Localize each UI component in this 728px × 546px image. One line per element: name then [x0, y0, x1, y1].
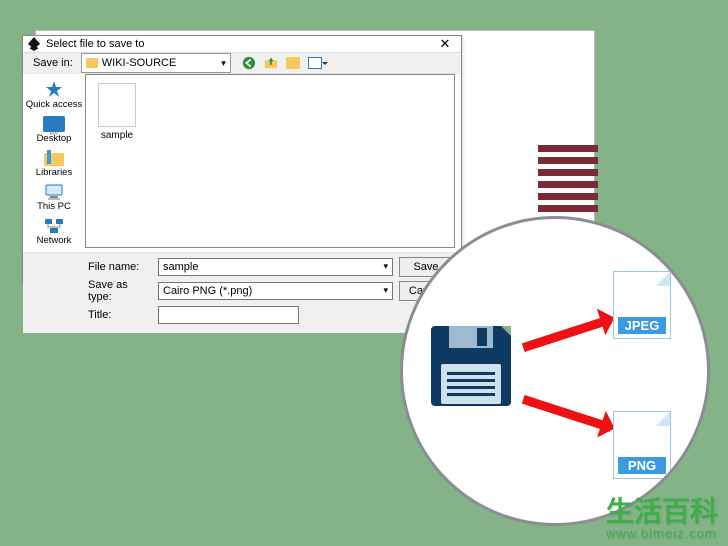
- background-stripes: [538, 145, 598, 217]
- dialog-footer: File name: sample ▾ Save Save as type: C…: [23, 252, 461, 333]
- views-icon: [308, 57, 322, 69]
- close-button[interactable]: ✕: [433, 36, 457, 52]
- chevron-down-icon: ▾: [383, 261, 388, 272]
- this-pc-icon: [44, 184, 64, 200]
- desktop-icon: [43, 116, 65, 132]
- save-in-value: WIKI-SOURCE: [102, 57, 177, 69]
- save-in-label: Save in:: [33, 57, 75, 69]
- place-network[interactable]: Network: [37, 218, 72, 246]
- title-input[interactable]: [158, 306, 299, 324]
- illustration-lens: JPEG PNG: [400, 216, 710, 526]
- new-folder-icon: [286, 57, 300, 69]
- up-one-level-button[interactable]: [263, 55, 279, 71]
- save-as-type-dropdown[interactable]: Cairo PNG (*.png) ▾: [158, 282, 393, 300]
- file-list[interactable]: sample: [85, 74, 455, 248]
- place-desktop[interactable]: Desktop: [37, 116, 72, 144]
- chevron-down-icon: ▾: [383, 285, 388, 296]
- arrow-to-jpeg: [522, 315, 612, 352]
- watermark-url: www.bimeiz.com: [606, 527, 718, 540]
- png-label: PNG: [618, 457, 666, 474]
- dialog-titlebar: Select file to save to ✕: [23, 36, 461, 53]
- file-item[interactable]: sample: [94, 83, 140, 141]
- chevron-down-icon: ▾: [221, 58, 226, 69]
- place-libraries[interactable]: Libraries: [36, 150, 72, 178]
- png-file-icon: PNG: [613, 411, 671, 479]
- floppy-disk-icon: [429, 324, 513, 408]
- dialog-toolbar: Save in: WIKI-SOURCE ▾: [23, 53, 461, 74]
- dialog-title: Select file to save to: [46, 38, 144, 50]
- save-as-type-label: Save as type:: [88, 279, 152, 303]
- title-field-label: Title:: [88, 309, 152, 321]
- new-folder-button[interactable]: [285, 55, 301, 71]
- view-menu-button[interactable]: [307, 55, 323, 71]
- inkscape-icon: [27, 37, 41, 51]
- jpeg-label: JPEG: [618, 317, 666, 334]
- libraries-icon: [44, 150, 64, 166]
- save-file-dialog: Select file to save to ✕ Save in: WIKI-S…: [22, 35, 462, 283]
- folder-icon: [86, 58, 98, 68]
- filename-input[interactable]: sample ▾: [158, 258, 393, 276]
- quick-access-icon: [45, 80, 63, 98]
- place-quick-access[interactable]: Quick access: [26, 80, 83, 110]
- watermark-brand: 生活百科: [606, 497, 718, 528]
- filename-label: File name:: [88, 261, 152, 273]
- file-thumbnail: [98, 83, 136, 127]
- watermark: 生活百科 www.bimeiz.com: [606, 499, 718, 540]
- jpeg-file-icon: JPEG: [613, 271, 671, 339]
- file-name: sample: [101, 130, 133, 141]
- place-this-pc[interactable]: This PC: [37, 184, 71, 212]
- network-icon: [44, 218, 64, 234]
- arrow-to-png: [522, 395, 612, 432]
- back-button[interactable]: [241, 55, 257, 71]
- places-bar: Quick access Desktop Libraries This PC: [23, 74, 85, 252]
- save-in-dropdown[interactable]: WIKI-SOURCE ▾: [81, 53, 231, 73]
